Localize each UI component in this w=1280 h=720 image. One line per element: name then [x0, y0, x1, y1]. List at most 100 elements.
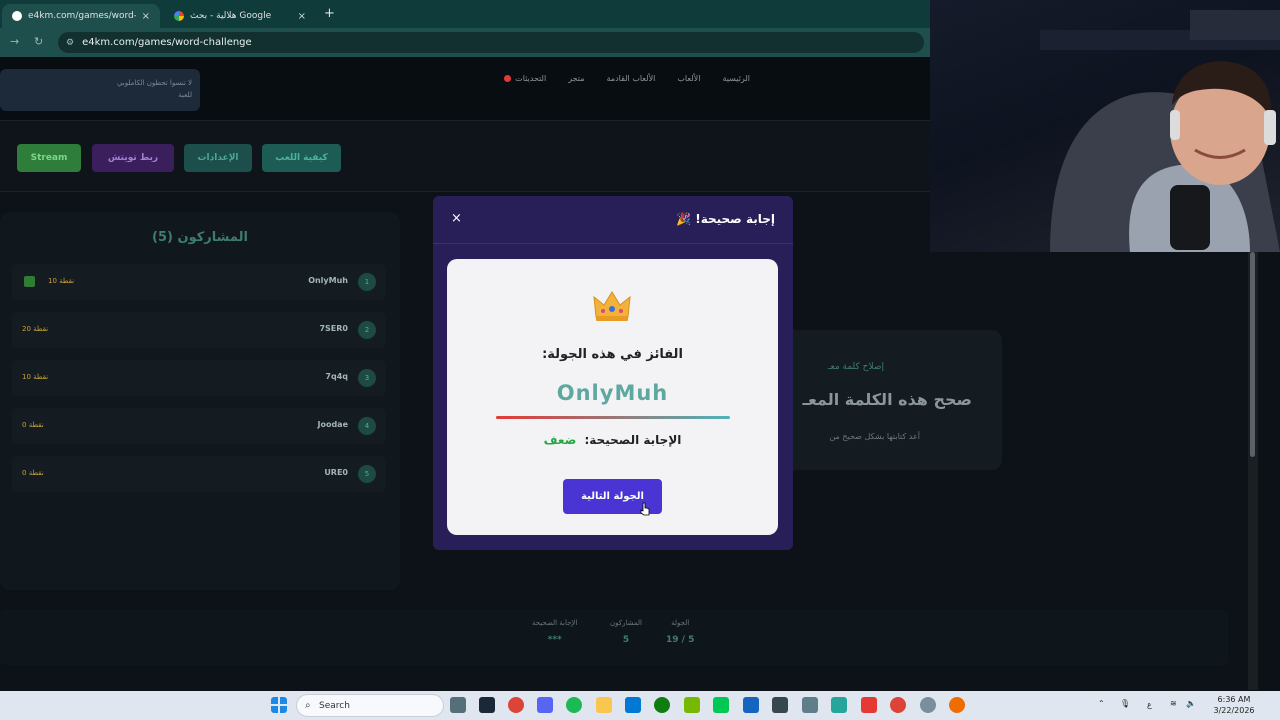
- nav-updates[interactable]: التحديثات: [504, 74, 546, 83]
- nvidia-icon[interactable]: [684, 697, 700, 713]
- stats-bar: الجولة 19 / 5 المشاركون 5 الإجابة الصحيح…: [0, 609, 1228, 665]
- site-info-icon[interactable]: ⚙: [66, 38, 74, 48]
- tab-google-search[interactable]: هلالية - بحث Google ×: [164, 4, 316, 28]
- camera-app-icon[interactable]: [450, 697, 466, 713]
- app-icon[interactable]: [743, 697, 759, 713]
- chrome-icon[interactable]: [508, 697, 524, 713]
- windows-start-icon[interactable]: [271, 697, 287, 713]
- address-bar: → ↻ ⚙ e4km.com/games/word-challenge: [0, 28, 930, 57]
- challenge-hint: أعد كتابتها بشكل صحيح من: [829, 432, 920, 441]
- page-scrollbar[interactable]: [1248, 252, 1258, 690]
- participant-name: Joodae: [317, 420, 348, 429]
- volume-icon[interactable]: 🔈: [1186, 699, 1196, 708]
- discord-icon[interactable]: [537, 697, 553, 713]
- nav-upcoming-games[interactable]: الألعاب القادمة: [607, 74, 656, 83]
- tab-title: هلالية - بحث Google: [190, 11, 272, 21]
- participants-panel: المشاركون (5) 1 OnlyMuh 10 نقطة 2 7SER0 …: [0, 212, 400, 590]
- file-explorer-icon[interactable]: [596, 697, 612, 713]
- nav-store[interactable]: متجر: [568, 74, 584, 83]
- tab-word-challenge[interactable]: e4km.com/games/word-challe ×: [2, 4, 160, 28]
- nav-games[interactable]: الألعاب: [677, 74, 700, 83]
- wifi-icon[interactable]: ≋: [1170, 699, 1177, 708]
- tab-title: e4km.com/games/word-challe: [28, 11, 136, 21]
- steam-icon[interactable]: [479, 697, 495, 713]
- stream-button[interactable]: Stream: [17, 144, 81, 172]
- stat-label: الجولة: [671, 619, 690, 627]
- search-label: Search: [319, 700, 350, 711]
- notice-text: لا تنسوا تحطون الكاملوبي: [116, 79, 192, 87]
- tray-chevron-icon[interactable]: ⌃: [1098, 699, 1105, 708]
- browser-tab-bar: e4km.com/games/word-challe × هلالية - بح…: [0, 0, 930, 28]
- forward-icon[interactable]: →: [10, 35, 19, 48]
- xbox-icon[interactable]: [654, 697, 670, 713]
- word-challenge-card: إصلاح كلمة معـ صحح هذه الكلمة المعـ أعد …: [780, 330, 1002, 470]
- nav-home[interactable]: الرئيسية: [722, 74, 750, 83]
- google-icon: [174, 11, 184, 21]
- correct-answer-modal: إجابة صحيحة! 🎉 × الفائز في هذه الجولة: O…: [433, 196, 793, 550]
- stat-round: الجولة 19 / 5: [666, 619, 694, 645]
- participant-points: 20 نقطة: [22, 325, 49, 333]
- stat-correct-answer: الإجابة الصحيحة ***: [532, 619, 577, 645]
- rank-badge: 3: [358, 369, 376, 387]
- how-to-play-button[interactable]: كيفية اللعب: [262, 144, 341, 172]
- updates-label: التحديثات: [515, 74, 547, 83]
- scrollbar-thumb[interactable]: [1250, 252, 1255, 457]
- chrome-icon[interactable]: [949, 697, 965, 713]
- microphone-icon[interactable]: 🎙: [1120, 699, 1130, 708]
- streamer-webcam-image: [1040, 10, 1280, 252]
- stat-participants: المشاركون 5: [610, 619, 642, 645]
- winner-underline: [496, 416, 730, 419]
- rank-badge: 5: [358, 465, 376, 483]
- search-icon: ⌕: [305, 700, 311, 711]
- tab-close-icon[interactable]: ×: [298, 11, 306, 22]
- app-icon[interactable]: [861, 697, 877, 713]
- store-icon[interactable]: [625, 697, 641, 713]
- top-navigation: لا تنسوا تحطون الكاملوبي للعبة الرئيسية …: [0, 57, 930, 121]
- stat-value: ***: [547, 635, 562, 645]
- url-input[interactable]: ⚙ e4km.com/games/word-challenge: [58, 32, 924, 53]
- challenge-title: صحح هذه الكلمة المعـ: [802, 390, 973, 409]
- answer-label: الإجابة الصحيحة:: [584, 433, 682, 447]
- battery-app-icon[interactable]: [802, 697, 818, 713]
- system-clock[interactable]: 6:36 AM 3/22/2026: [1204, 694, 1264, 716]
- site-favicon-icon: [12, 11, 22, 21]
- stat-value: 5: [622, 635, 630, 645]
- notice-banner: لا تنسوا تحطون الكاملوبي للعبة: [0, 69, 200, 111]
- participant-row: 5 URE0 0 نقطة: [12, 456, 386, 492]
- webcam-overlay: [930, 0, 1280, 252]
- participants-title: المشاركون (5): [152, 230, 248, 245]
- challenge-tag: إصلاح كلمة معـ: [827, 362, 884, 372]
- participant-row: 2 7SER0 20 نقطة: [12, 312, 386, 348]
- settings-button[interactable]: الإعدادات: [184, 144, 252, 172]
- link-twitch-button[interactable]: ربط تويتش: [92, 144, 174, 172]
- participant-name: URE0: [324, 468, 348, 477]
- language-indicator[interactable]: ع: [1147, 700, 1152, 709]
- winner-label: الفائز في هذه الجولة:: [542, 347, 683, 362]
- new-tab-button[interactable]: +: [324, 6, 335, 21]
- crown-icon: [593, 291, 631, 321]
- nav-links: الرئيسية الألعاب الألعاب القادمة متجر ال…: [504, 74, 750, 83]
- modal-header: إجابة صحيحة! 🎉 ×: [433, 196, 793, 244]
- answer-value: ضعف: [543, 433, 577, 447]
- app-icon[interactable]: [831, 697, 847, 713]
- clock-date: 3/22/2026: [1213, 706, 1255, 715]
- spotify-icon[interactable]: [566, 697, 582, 713]
- close-icon[interactable]: ×: [451, 211, 462, 226]
- participant-points: 0 نقطة: [22, 421, 44, 429]
- correct-answer-row: الإجابة الصحيحة: ضعف: [447, 433, 778, 447]
- settings-gear-icon[interactable]: [920, 697, 936, 713]
- tab-close-icon[interactable]: ×: [142, 11, 150, 22]
- winner-name: OnlyMuh: [556, 381, 669, 405]
- notification-dot-icon: [504, 75, 512, 82]
- game-toolbar: كيفية اللعب الإعدادات ربط تويتش Stream: [0, 122, 930, 192]
- stat-label: المشاركون: [610, 619, 642, 627]
- rank-badge: 1: [358, 273, 376, 291]
- participant-name: 7SER0: [319, 324, 348, 333]
- logitech-icon[interactable]: [772, 697, 788, 713]
- stat-label: الإجابة الصحيحة: [532, 619, 578, 627]
- reload-icon[interactable]: ↻: [34, 35, 43, 48]
- taskbar-search-input[interactable]: ⌕ Search: [296, 694, 444, 717]
- rank-badge: 4: [358, 417, 376, 435]
- media-player-icon[interactable]: [713, 697, 729, 713]
- chrome-icon[interactable]: [890, 697, 906, 713]
